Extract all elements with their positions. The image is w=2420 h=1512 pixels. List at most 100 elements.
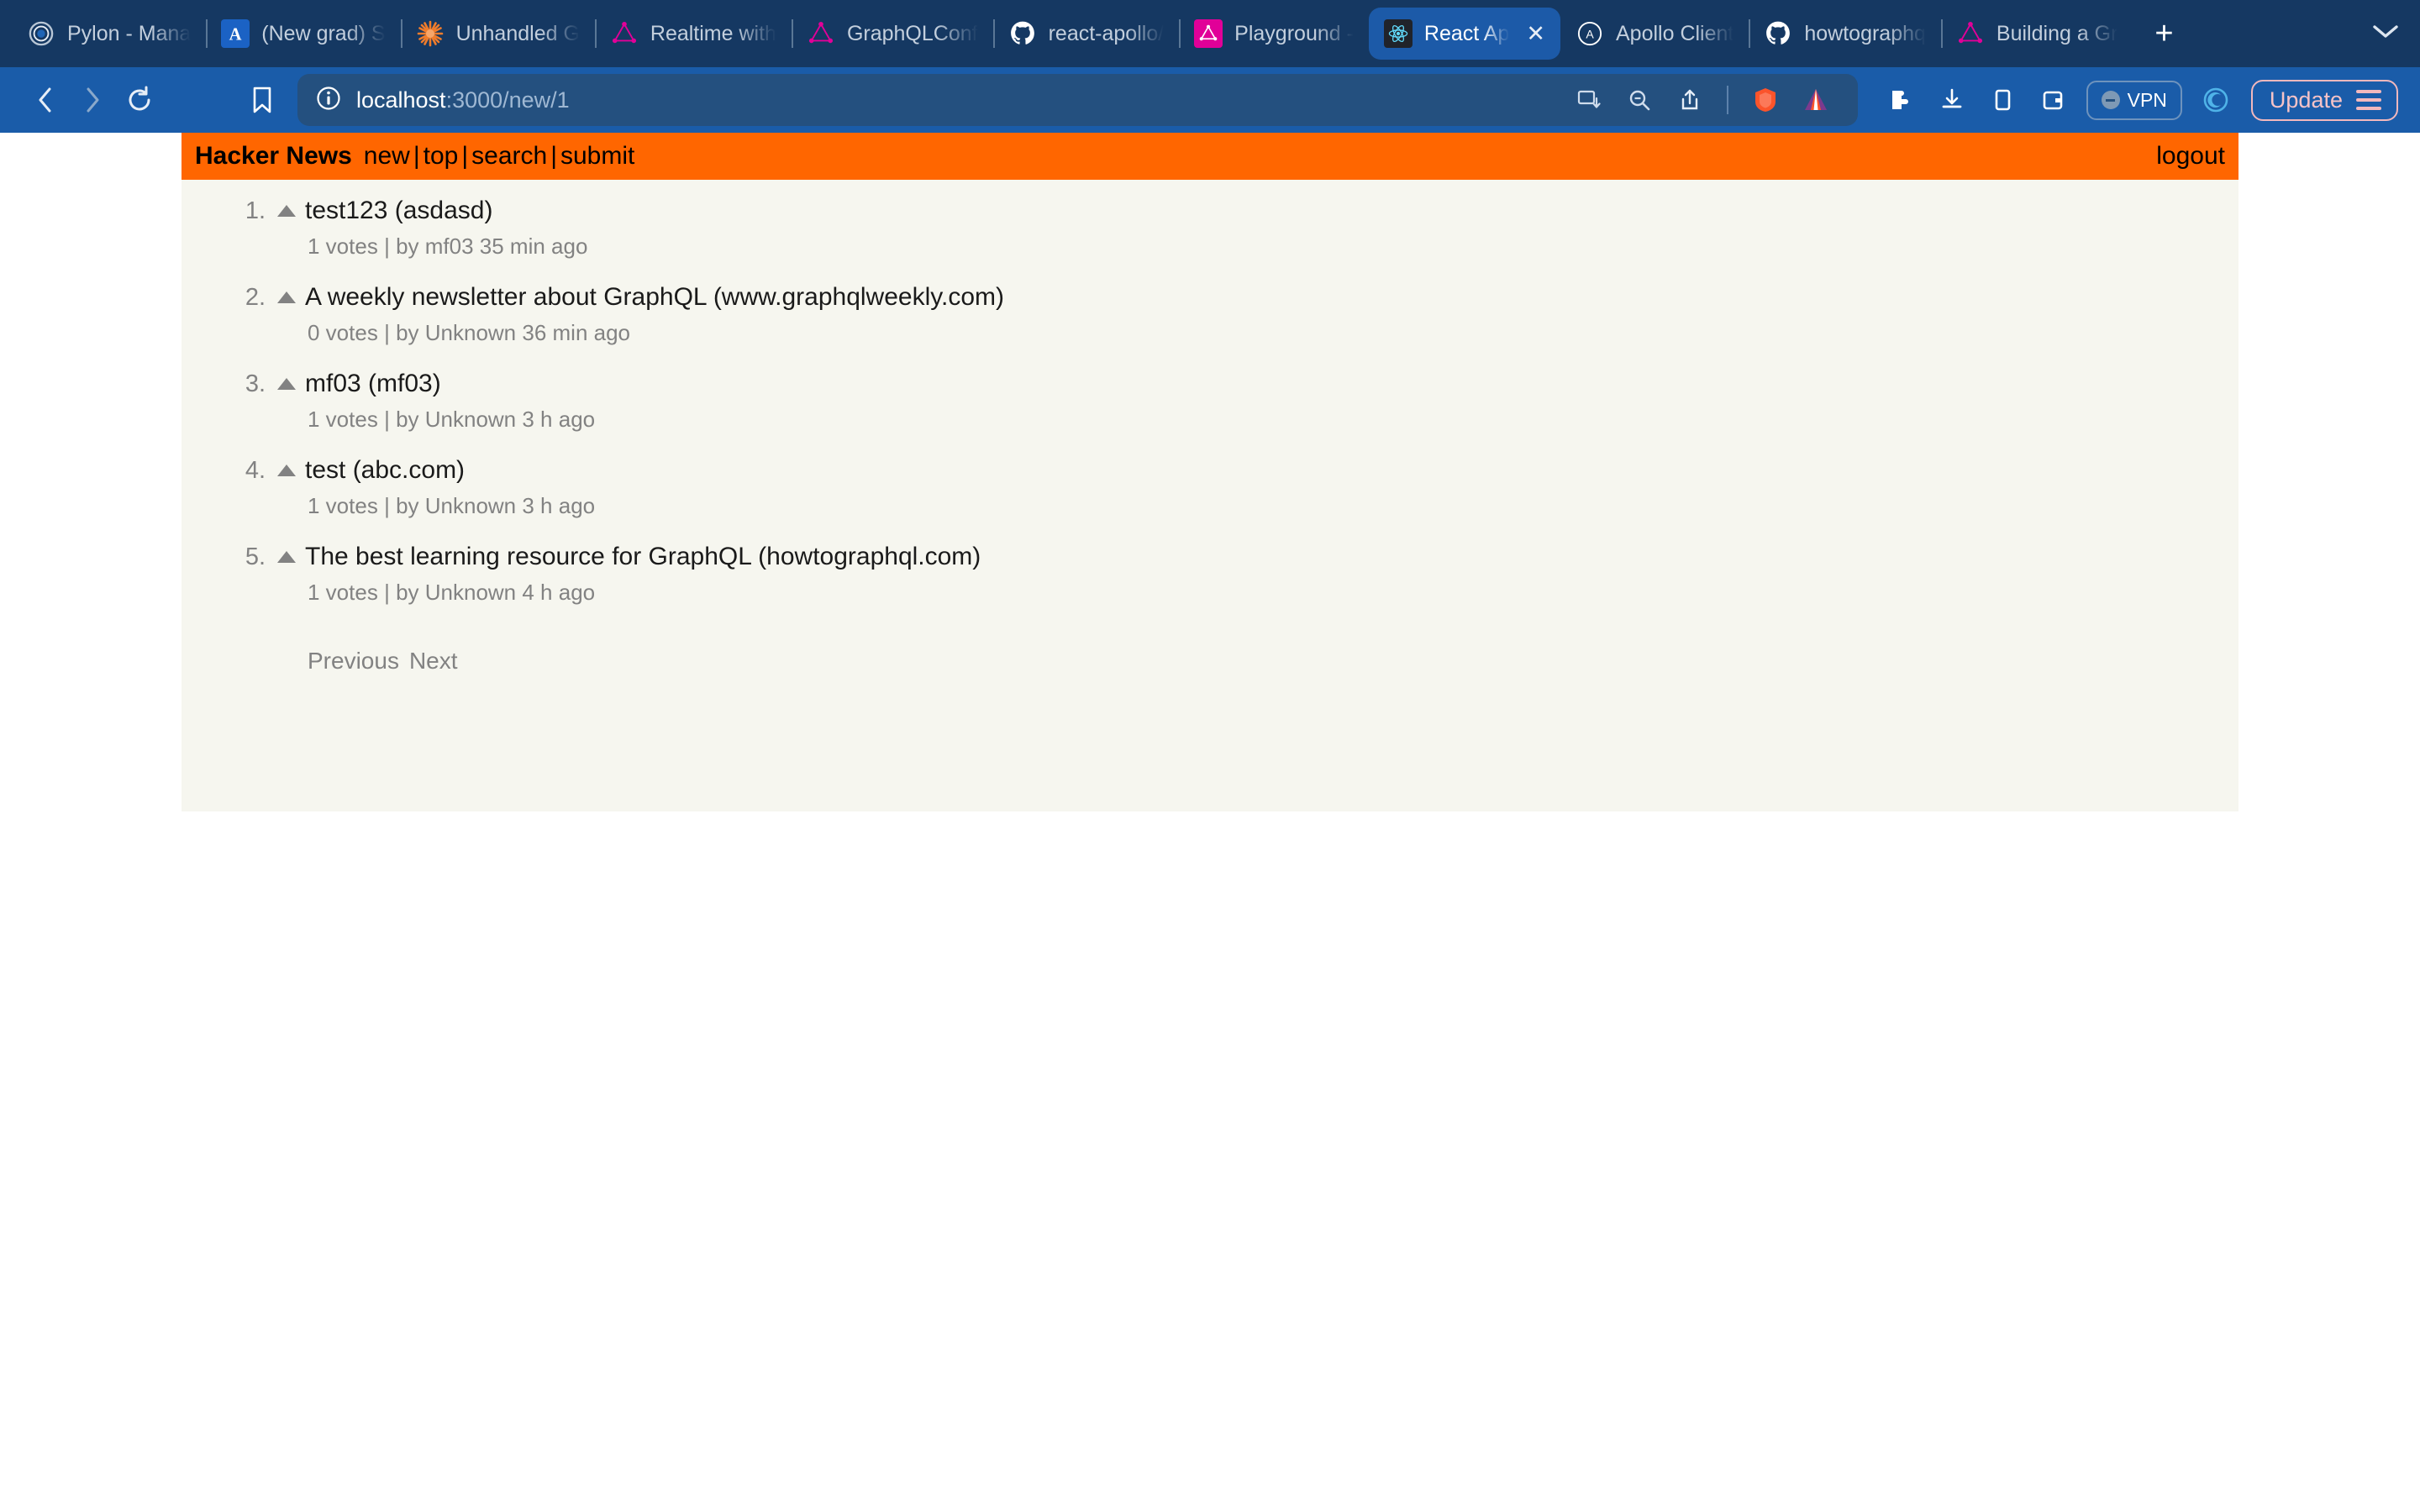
- new-tab-button[interactable]: +: [2141, 11, 2186, 56]
- url-action-icons: [1565, 76, 1839, 123]
- pylon-icon: [27, 19, 55, 48]
- link-index: 1.: [245, 197, 266, 224]
- tab-title: Building a Gr: [1996, 21, 2118, 45]
- link-title[interactable]: test (abc.com): [305, 458, 465, 483]
- tab-divider: [206, 19, 208, 48]
- vote-count: 1 votes: [308, 580, 378, 605]
- bookmark-icon[interactable]: [239, 76, 286, 123]
- link-author-time: by Unknown 36 min ago: [396, 320, 631, 345]
- meta-separator: |: [384, 493, 390, 518]
- browser-tab-react-apollo[interactable]: react-apollo/: [992, 8, 1180, 60]
- meta-separator: |: [384, 580, 390, 605]
- extensions-icon[interactable]: [1878, 76, 1925, 123]
- downloads-icon[interactable]: [1928, 76, 1975, 123]
- tab-title: Unhandled G: [455, 21, 580, 45]
- close-icon[interactable]: ✕: [1526, 22, 1545, 45]
- search-page-icon[interactable]: [1616, 76, 1663, 123]
- toolbar-divider: [1726, 86, 1728, 114]
- link-meta: 1 votes | by Unknown 3 h ago: [195, 407, 2225, 433]
- browser-tab-playground[interactable]: Playground -: [1179, 8, 1369, 60]
- graphql-square-icon: [1194, 19, 1223, 48]
- tab-title: Pylon - Mana: [67, 21, 192, 45]
- link-author-time: by mf03 35 min ago: [396, 234, 588, 259]
- github-icon: [1764, 19, 1792, 48]
- hn-brand: Hacker News: [195, 142, 352, 170]
- update-button[interactable]: Update: [2250, 79, 2398, 121]
- vpn-toggle[interactable]: VPN: [2086, 80, 2182, 120]
- forward-button[interactable]: [69, 76, 116, 123]
- share-icon[interactable]: [1666, 76, 1713, 123]
- apollo-icon: A: [1576, 19, 1604, 48]
- upvote-icon[interactable]: [277, 551, 296, 563]
- tab-divider: [1940, 19, 1943, 48]
- nav-link-submit[interactable]: submit: [560, 142, 634, 170]
- browser-tab-react-app-active[interactable]: React Ap ✕: [1368, 8, 1560, 60]
- vpn-label: VPN: [2127, 88, 2167, 111]
- tab-divider: [992, 19, 995, 48]
- link-row: 4. test (abc.com): [195, 458, 2225, 483]
- browser-tab-new-grad[interactable]: A (New grad) S: [206, 8, 400, 60]
- brave-rewards-icon[interactable]: [2192, 76, 2239, 123]
- upvote-icon[interactable]: [277, 205, 296, 217]
- upvote-icon[interactable]: [277, 378, 296, 390]
- tab-divider: [1179, 19, 1181, 48]
- github-icon: [1008, 19, 1037, 48]
- link-index: 2.: [245, 284, 266, 311]
- vote-count: 1 votes: [308, 407, 378, 432]
- list-item: 3. mf03 (mf03) 1 votes | by Unknown 3 h …: [195, 371, 2225, 433]
- url-input[interactable]: localhost:3000/new/1: [297, 74, 1858, 126]
- browser-window: Pylon - Mana A (New grad) S Unhandled G …: [0, 0, 2420, 1512]
- list-item: 2. A weekly newsletter about GraphQL (ww…: [195, 285, 2225, 346]
- link-title[interactable]: The best learning resource for GraphQL (…: [305, 544, 981, 570]
- update-label: Update: [2269, 87, 2343, 113]
- tab-divider: [594, 19, 597, 48]
- logout-link[interactable]: logout: [2156, 142, 2225, 171]
- tab-divider: [1749, 19, 1751, 48]
- url-path: :3000/new/1: [445, 87, 570, 113]
- browser-tab-unhandled[interactable]: Unhandled G: [400, 8, 595, 60]
- browser-tab-howtographql[interactable]: howtographq: [1749, 8, 1941, 60]
- link-title[interactable]: mf03 (mf03): [305, 371, 441, 396]
- chevron-down-icon[interactable]: [2371, 23, 2400, 45]
- wallet-icon[interactable]: [2029, 76, 2076, 123]
- address-bar-area: localhost:3000/new/1: [239, 74, 1858, 126]
- link-meta: 0 votes | by Unknown 36 min ago: [195, 320, 2225, 346]
- browser-tab-building-graphql[interactable]: Building a Gr: [1940, 8, 2133, 60]
- browser-tab-apollo-client[interactable]: A Apollo Client: [1560, 8, 1749, 60]
- nav-link-top[interactable]: top: [424, 142, 459, 170]
- browser-tab-graphqlconf[interactable]: GraphQLConf: [791, 8, 993, 60]
- tab-title: Apollo Client: [1616, 21, 1734, 45]
- reload-button[interactable]: [116, 76, 163, 123]
- meta-separator: |: [384, 320, 390, 345]
- graphql-icon: [807, 19, 835, 48]
- angellist-icon: A: [221, 19, 250, 48]
- url-host: localhost: [356, 87, 446, 113]
- browser-tab-pylon[interactable]: Pylon - Mana: [12, 8, 206, 60]
- upvote-icon[interactable]: [277, 291, 296, 303]
- link-index: 3.: [245, 370, 266, 397]
- nav-link-search[interactable]: search: [471, 142, 547, 170]
- next-page-button[interactable]: Next: [409, 648, 458, 675]
- url-text: localhost:3000/new/1: [356, 87, 570, 113]
- site-info-icon[interactable]: [316, 86, 341, 115]
- leo-ai-icon[interactable]: [1792, 76, 1839, 123]
- nav-link-new[interactable]: new: [364, 142, 410, 170]
- link-author-time: by Unknown 3 h ago: [396, 493, 596, 518]
- navigation-toolbar: localhost:3000/new/1 VPN Update: [0, 67, 2420, 133]
- back-button[interactable]: [22, 76, 69, 123]
- meta-separator: |: [384, 407, 390, 432]
- sidebar-icon[interactable]: [1979, 76, 2026, 123]
- previous-page-button[interactable]: Previous: [308, 648, 399, 675]
- vote-count: 0 votes: [308, 320, 378, 345]
- browser-tab-realtime[interactable]: Realtime with: [594, 8, 792, 60]
- link-title[interactable]: A weekly newsletter about GraphQL (www.g…: [305, 285, 1004, 310]
- list-item: 1. test123 (asdasd) 1 votes | by mf03 35…: [195, 198, 2225, 260]
- menu-icon[interactable]: [2356, 90, 2381, 110]
- save-page-icon[interactable]: [1565, 76, 1612, 123]
- link-title[interactable]: test123 (asdasd): [305, 198, 492, 223]
- link-row: 2. A weekly newsletter about GraphQL (ww…: [195, 285, 2225, 310]
- svg-text:A: A: [229, 26, 242, 45]
- brave-shields-icon[interactable]: [1742, 76, 1789, 123]
- tab-title: GraphQLConf: [846, 21, 978, 45]
- upvote-icon[interactable]: [277, 465, 296, 476]
